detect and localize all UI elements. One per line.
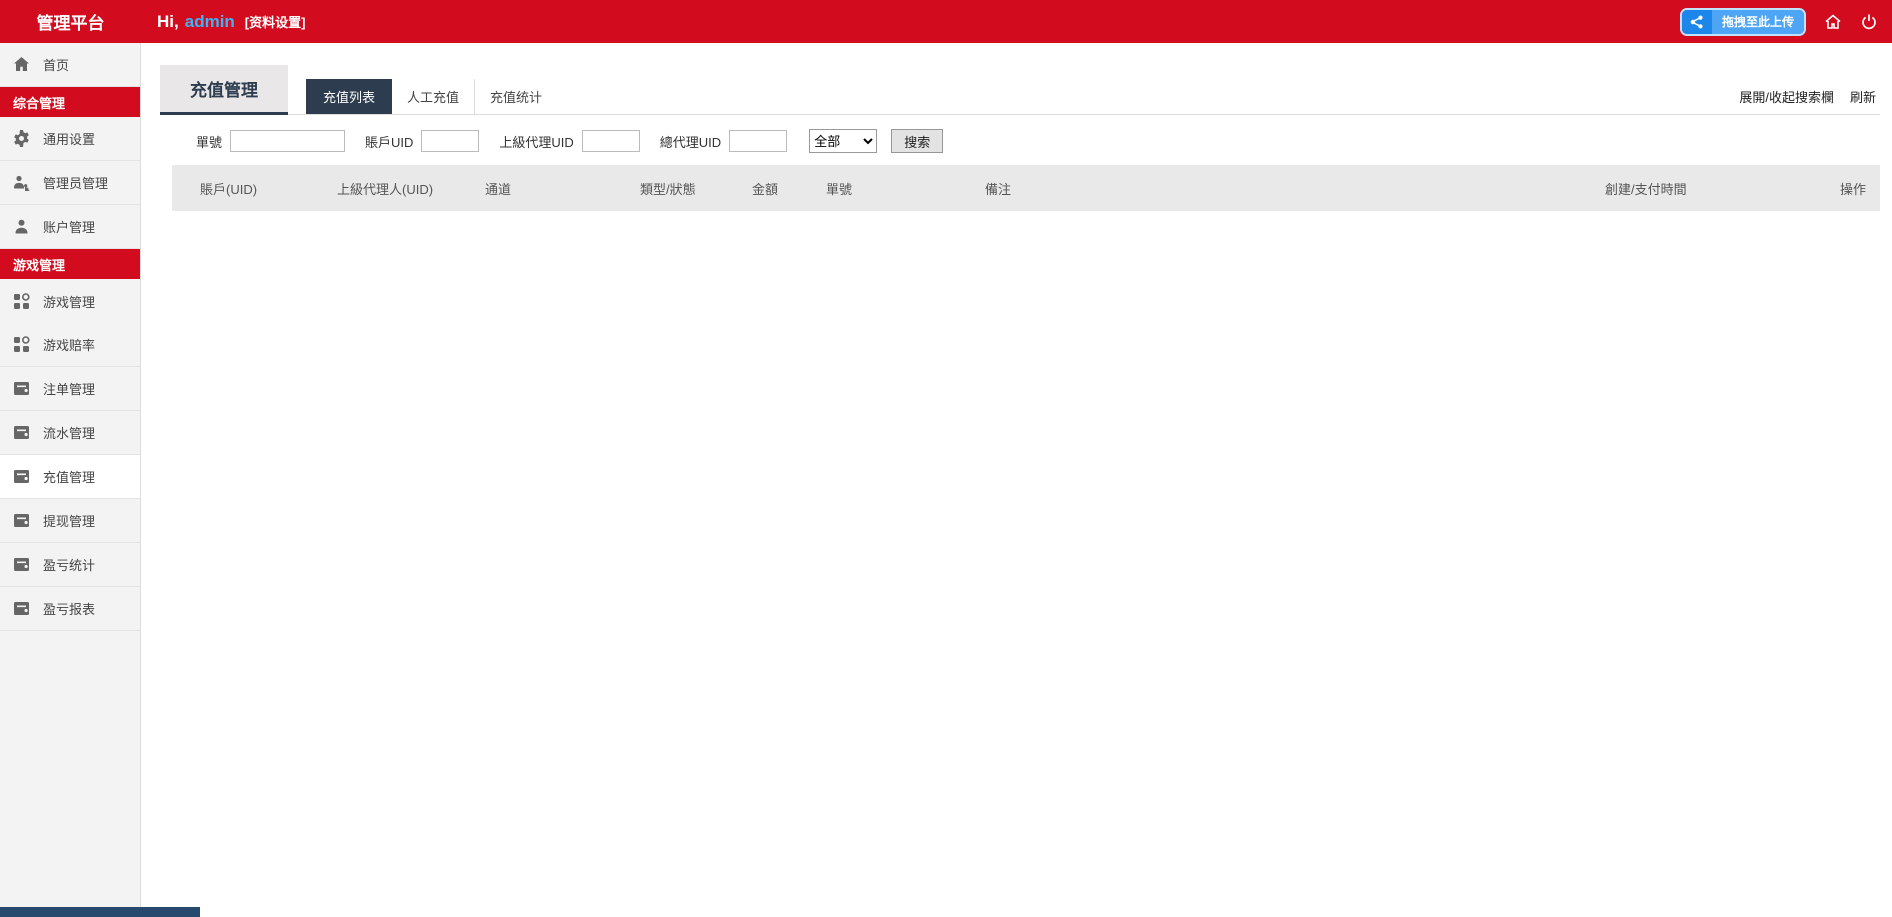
toggle-search-link[interactable]: 展開/收起搜索欄 — [1739, 87, 1834, 106]
sidebar-item-label: 注单管理 — [43, 379, 95, 398]
sidebar-item-label: 通用设置 — [43, 129, 95, 148]
col-header-action: 操作 — [1826, 165, 1880, 211]
main-content: 充值管理 充值列表 人工充值 充值统计 展開/收起搜索欄 刷新 單號 賬戶UID… — [142, 43, 1892, 917]
sidebar-item-11[interactable]: 提现管理 — [0, 499, 140, 543]
apps-icon — [13, 293, 30, 310]
col-header-parent-agent: 上級代理人(UID) — [337, 165, 485, 211]
status-filter-select[interactable]: 全部 — [809, 129, 877, 153]
user-greeting: Hi, admin [资料设置] — [157, 12, 305, 32]
sidebar-item-label: 首页 — [43, 55, 69, 74]
col-header-amount: 金額 — [730, 165, 798, 211]
sidebar-item-label: 流水管理 — [43, 423, 95, 442]
tab-recharge-list[interactable]: 充值列表 — [306, 79, 392, 114]
tab-manual-recharge[interactable]: 人工充值 — [392, 79, 474, 114]
parent-agent-uid-input[interactable] — [582, 130, 640, 152]
tab-strip: 充值管理 充值列表 人工充值 充值统计 展開/收起搜索欄 刷新 — [160, 65, 1880, 115]
tabs: 充值列表 人工充值 充值统计 — [306, 79, 557, 114]
netdisk-share-icon — [1682, 10, 1712, 34]
account-uid-label: 賬戶UID — [365, 132, 413, 151]
sidebar-item-label: 盈亏报表 — [43, 599, 95, 618]
sidebar-item-12[interactable]: 盈亏统计 — [0, 543, 140, 587]
card-icon — [13, 380, 30, 397]
card-icon — [13, 424, 30, 441]
col-header-remark: 備注 — [985, 165, 1605, 211]
bottom-blue-bar — [0, 907, 200, 917]
sidebar-section-5: 游戏管理 — [0, 249, 140, 279]
sidebar-item-13[interactable]: 盈亏报表 — [0, 587, 140, 631]
drag-upload-button[interactable]: 拖拽至此上传 — [1680, 8, 1806, 36]
admin-platform-app: 管理平台 Hi, admin [资料设置] 拖拽至此上传 — [0, 0, 1892, 917]
greeting-prefix: Hi, — [157, 12, 179, 32]
col-header-type-status: 類型/狀態 — [640, 165, 730, 211]
sidebar-item-10[interactable]: 充值管理 — [0, 455, 140, 499]
strip-links: 展開/收起搜索欄 刷新 — [1739, 87, 1880, 114]
recharge-table-wrap: 賬戶(UID) 上級代理人(UID) 通道 類型/狀態 金額 單號 備注 創建/… — [172, 165, 1880, 211]
col-header-time: 創建/支付時間 — [1605, 165, 1826, 211]
top-agent-uid-label: 總代理UID — [660, 132, 721, 151]
sidebar-item-6[interactable]: 游戏管理 — [0, 279, 140, 323]
profile-settings-link[interactable]: [资料设置] — [245, 12, 306, 31]
user-icon — [13, 218, 30, 235]
order-no-input[interactable] — [230, 130, 345, 152]
sidebar-item-9[interactable]: 流水管理 — [0, 411, 140, 455]
tab-recharge-stats[interactable]: 充值统计 — [474, 79, 557, 114]
col-header-channel: 通道 — [485, 165, 640, 211]
sidebar-item-label: 管理员管理 — [43, 173, 108, 192]
page-title: 充值管理 — [160, 65, 288, 115]
username: admin — [185, 12, 235, 32]
card-icon — [13, 512, 30, 529]
sidebar-item-2[interactable]: 通用设置 — [0, 117, 140, 161]
account-uid-input[interactable] — [421, 130, 479, 152]
sidebar-nav: 首页综合管理通用设置管理员管理账户管理游戏管理游戏管理游戏赔率注单管理流水管理充… — [0, 43, 141, 917]
sidebar-item-7[interactable]: 游戏赔率 — [0, 323, 140, 367]
brand-title: 管理平台 — [0, 9, 141, 34]
sidebar-item-8[interactable]: 注单管理 — [0, 367, 140, 411]
card-icon — [13, 468, 30, 485]
top-agent-uid-input[interactable] — [729, 130, 787, 152]
recharge-table: 賬戶(UID) 上級代理人(UID) 通道 類型/狀態 金額 單號 備注 創建/… — [172, 165, 1880, 211]
card-icon — [13, 600, 30, 617]
order-no-label: 單號 — [196, 132, 222, 151]
home-icon[interactable] — [1824, 13, 1842, 31]
col-header-account: 賬戶(UID) — [172, 165, 337, 211]
admins-icon — [13, 174, 30, 191]
table-header-row: 賬戶(UID) 上級代理人(UID) 通道 類型/狀態 金額 單號 備注 創建/… — [172, 165, 1880, 211]
sidebar-item-label: 提现管理 — [43, 511, 95, 530]
home-icon — [13, 56, 30, 73]
refresh-link[interactable]: 刷新 — [1850, 87, 1876, 106]
sidebar-item-label: 游戏赔率 — [43, 335, 95, 354]
apps-icon — [13, 336, 30, 353]
power-icon[interactable] — [1860, 13, 1878, 31]
sidebar-section-1: 综合管理 — [0, 87, 140, 117]
col-header-order-no: 單號 — [798, 165, 985, 211]
sidebar-item-0[interactable]: 首页 — [0, 43, 140, 87]
sidebar-item-label: 盈亏统计 — [43, 555, 95, 574]
card-icon — [13, 556, 30, 573]
sidebar-item-3[interactable]: 管理员管理 — [0, 161, 140, 205]
sidebar-item-4[interactable]: 账户管理 — [0, 205, 140, 249]
sidebar-item-label: 游戏管理 — [43, 292, 95, 311]
top-header: 管理平台 Hi, admin [资料设置] 拖拽至此上传 — [0, 0, 1892, 43]
drag-upload-label: 拖拽至此上传 — [1712, 10, 1804, 34]
gear-icon — [13, 130, 30, 147]
search-form: 單號 賬戶UID 上級代理UID 總代理UID 全部 搜索 — [196, 129, 1880, 153]
search-button[interactable]: 搜索 — [891, 129, 943, 153]
parent-agent-uid-label: 上級代理UID — [499, 132, 573, 151]
sidebar-item-label: 账户管理 — [43, 217, 95, 236]
sidebar-item-label: 充值管理 — [43, 467, 95, 486]
header-actions: 拖拽至此上传 — [1680, 8, 1892, 36]
